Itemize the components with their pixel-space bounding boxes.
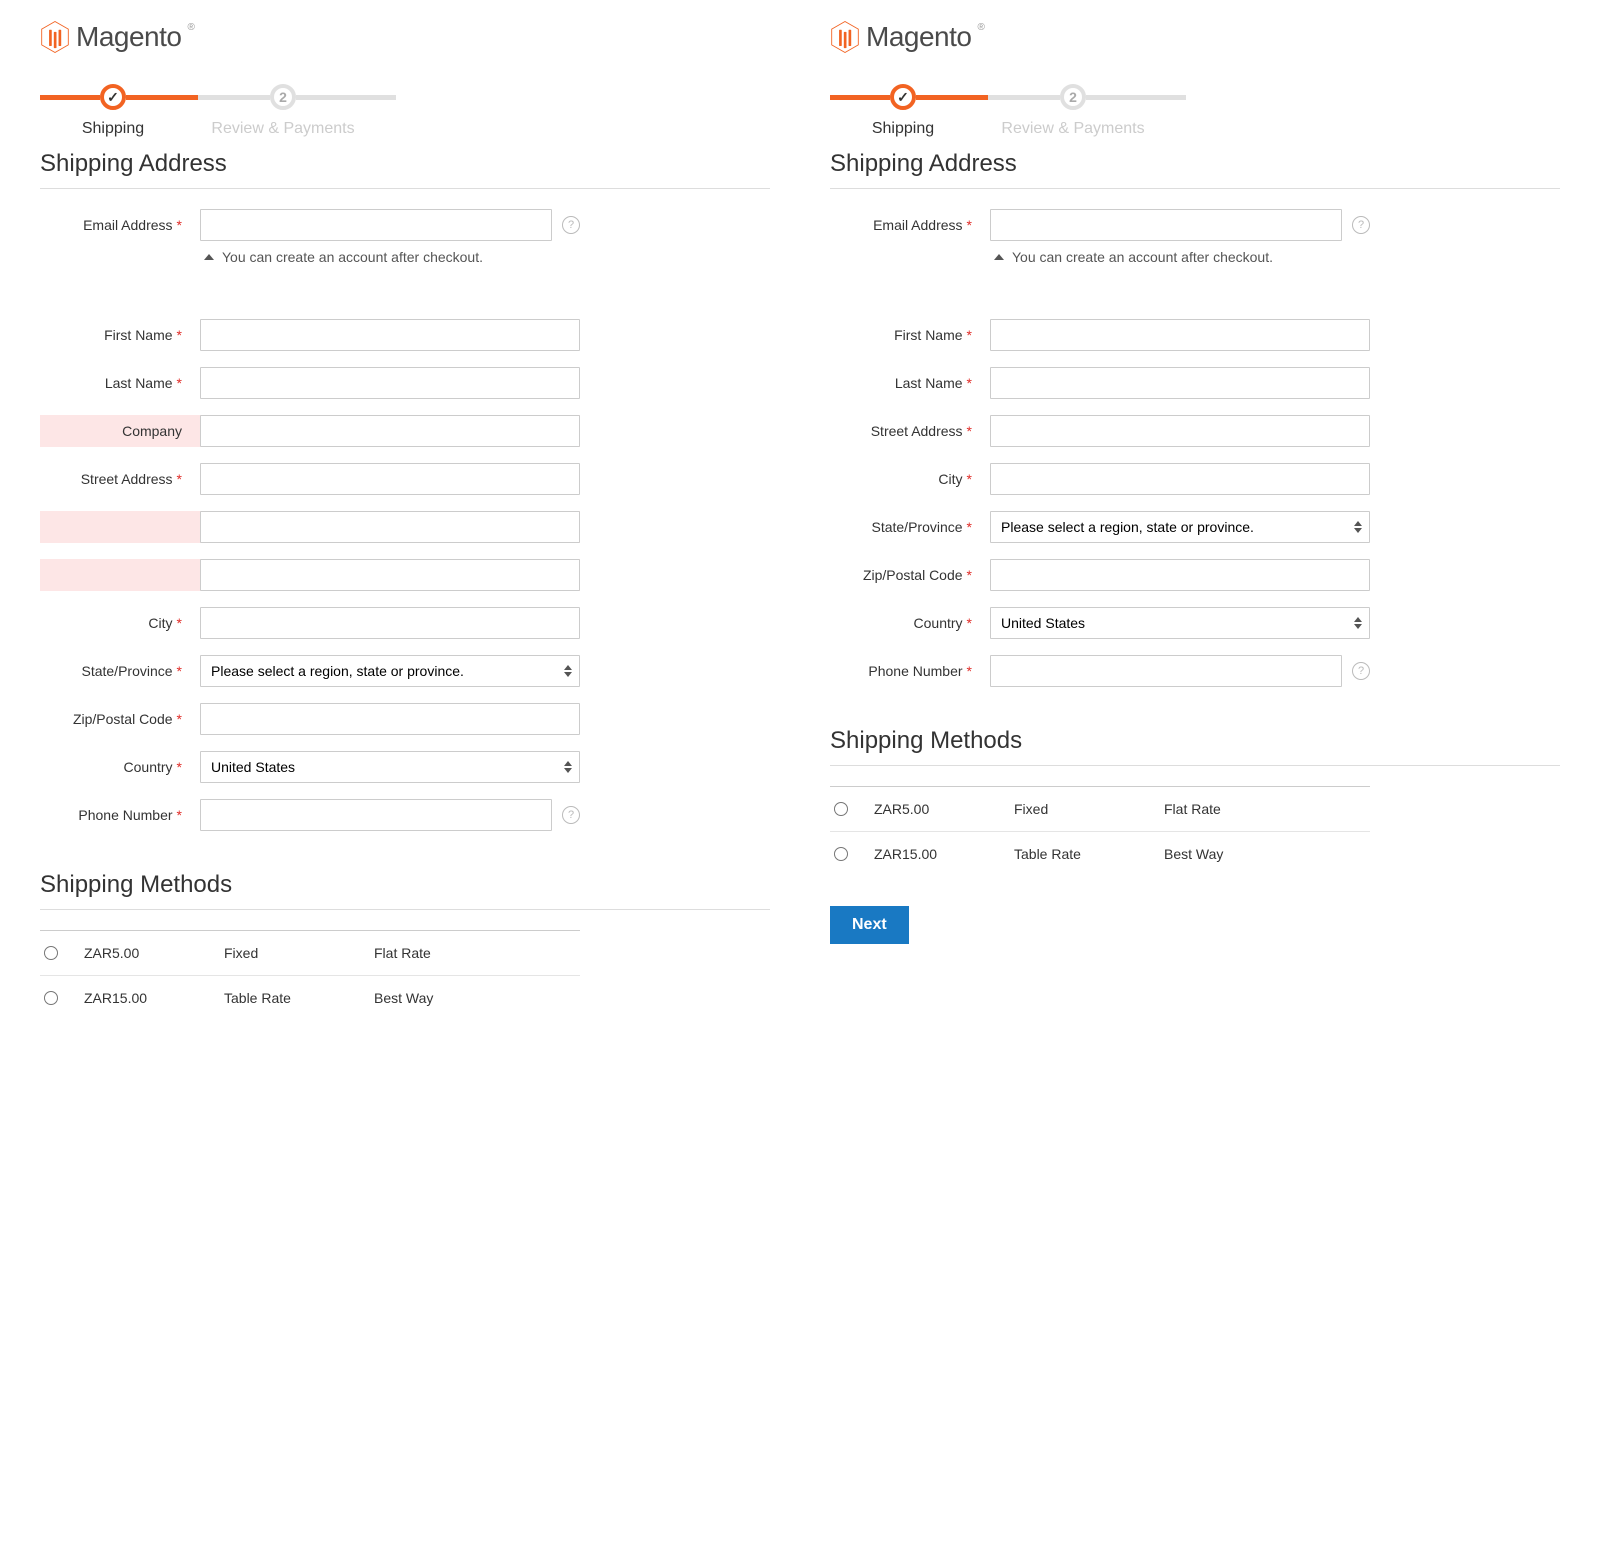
check-icon: ✓: [100, 84, 126, 110]
check-icon: ✓: [890, 84, 916, 110]
field-zip: Zip/Postal Code*: [40, 703, 580, 735]
field-phone: Phone Number* ?: [40, 799, 580, 831]
zip-field[interactable]: [200, 703, 580, 735]
field-street-1: Street Address*: [40, 463, 580, 495]
company-field[interactable]: [200, 415, 580, 447]
account-note[interactable]: You can create an account after checkout…: [990, 249, 1370, 265]
shipping-methods-title: Shipping Methods: [40, 871, 770, 910]
email-field[interactable]: [990, 209, 1342, 241]
field-last-name: Last Name*: [830, 367, 1370, 399]
field-city: City*: [40, 607, 580, 639]
next-button[interactable]: Next: [830, 906, 909, 944]
shipping-method-row[interactable]: ZAR5.00 Fixed Flat Rate: [830, 786, 1370, 831]
first-name-field[interactable]: [200, 319, 580, 351]
step-shipping-label: Shipping: [872, 120, 934, 138]
shipping-methods-left: ZAR5.00 Fixed Flat Rate ZAR15.00 Table R…: [40, 930, 580, 1020]
field-first-name: First Name*: [40, 319, 580, 351]
phone-field[interactable]: [990, 655, 1342, 687]
step-review-label: Review & Payments: [1001, 120, 1144, 138]
street-field-2[interactable]: [200, 511, 580, 543]
help-icon[interactable]: ?: [1352, 216, 1370, 234]
email-field[interactable]: [200, 209, 552, 241]
shipping-method-radio[interactable]: [834, 847, 848, 861]
country-select[interactable]: United States: [990, 607, 1370, 639]
trademark: ®: [187, 22, 194, 33]
last-name-field[interactable]: [200, 367, 580, 399]
shipping-address-title: Shipping Address: [830, 150, 1560, 189]
account-note[interactable]: You can create an account after checkout…: [200, 249, 580, 265]
field-street-1: Street Address*: [830, 415, 1370, 447]
brand-logo: Magento ®: [40, 20, 770, 54]
magento-icon: [40, 20, 70, 54]
field-street-3: [40, 559, 580, 591]
field-email: Email Address* ?: [40, 209, 580, 241]
field-country: Country* United States: [830, 607, 1370, 639]
street-field-1[interactable]: [200, 463, 580, 495]
step-review-label: Review & Payments: [211, 120, 354, 138]
field-email: Email Address* ?: [830, 209, 1370, 241]
caret-up-icon: [204, 254, 214, 260]
shipping-methods-title: Shipping Methods: [830, 727, 1560, 766]
step-2-number: 2: [270, 84, 296, 110]
checkout-progress: ✓ Shipping 2 Review & Payments: [830, 84, 1560, 110]
field-street-2: [40, 511, 580, 543]
shipping-method-row[interactable]: ZAR5.00 Fixed Flat Rate: [40, 930, 580, 975]
zip-field[interactable]: [990, 559, 1370, 591]
magento-icon: [830, 20, 860, 54]
step-shipping-label: Shipping: [82, 120, 144, 138]
step-shipping[interactable]: ✓ Shipping: [100, 84, 126, 110]
shipping-method-radio[interactable]: [44, 946, 58, 960]
field-first-name: First Name*: [830, 319, 1370, 351]
right-variant: Magento ® ✓ Shipping 2 Review & Payments…: [830, 20, 1560, 1020]
help-icon[interactable]: ?: [1352, 662, 1370, 680]
state-select[interactable]: Please select a region, state or provinc…: [200, 655, 580, 687]
field-country: Country* United States: [40, 751, 580, 783]
city-field[interactable]: [200, 607, 580, 639]
street-field-3[interactable]: [200, 559, 580, 591]
phone-field[interactable]: [200, 799, 552, 831]
left-variant: Magento ® ✓ Shipping 2 Review & Payments…: [40, 20, 770, 1020]
step-shipping[interactable]: ✓ Shipping: [890, 84, 916, 110]
checkout-progress: ✓ Shipping 2 Review & Payments: [40, 84, 770, 110]
shipping-address-title: Shipping Address: [40, 150, 770, 189]
caret-up-icon: [994, 254, 1004, 260]
shipping-method-row[interactable]: ZAR15.00 Table Rate Best Way: [40, 975, 580, 1020]
state-select[interactable]: Please select a region, state or provinc…: [990, 511, 1370, 543]
step-review[interactable]: 2 Review & Payments: [1060, 84, 1086, 110]
last-name-field[interactable]: [990, 367, 1370, 399]
help-icon[interactable]: ?: [562, 806, 580, 824]
shipping-method-radio[interactable]: [834, 802, 848, 816]
field-zip: Zip/Postal Code*: [830, 559, 1370, 591]
street-field-1[interactable]: [990, 415, 1370, 447]
brand-name: Magento: [866, 21, 971, 53]
field-phone: Phone Number* ?: [830, 655, 1370, 687]
step-review[interactable]: 2 Review & Payments: [270, 84, 296, 110]
help-icon[interactable]: ?: [562, 216, 580, 234]
shipping-method-row[interactable]: ZAR15.00 Table Rate Best Way: [830, 831, 1370, 876]
field-last-name: Last Name*: [40, 367, 580, 399]
city-field[interactable]: [990, 463, 1370, 495]
shipping-methods-right: ZAR5.00 Fixed Flat Rate ZAR15.00 Table R…: [830, 786, 1370, 876]
trademark: ®: [977, 22, 984, 33]
step-2-number: 2: [1060, 84, 1086, 110]
shipping-method-radio[interactable]: [44, 991, 58, 1005]
field-company: Company: [40, 415, 580, 447]
first-name-field[interactable]: [990, 319, 1370, 351]
field-city: City*: [830, 463, 1370, 495]
brand-name: Magento: [76, 21, 181, 53]
field-state: State/Province* Please select a region, …: [830, 511, 1370, 543]
field-state: State/Province* Please select a region, …: [40, 655, 580, 687]
country-select[interactable]: United States: [200, 751, 580, 783]
brand-logo: Magento ®: [830, 20, 1560, 54]
